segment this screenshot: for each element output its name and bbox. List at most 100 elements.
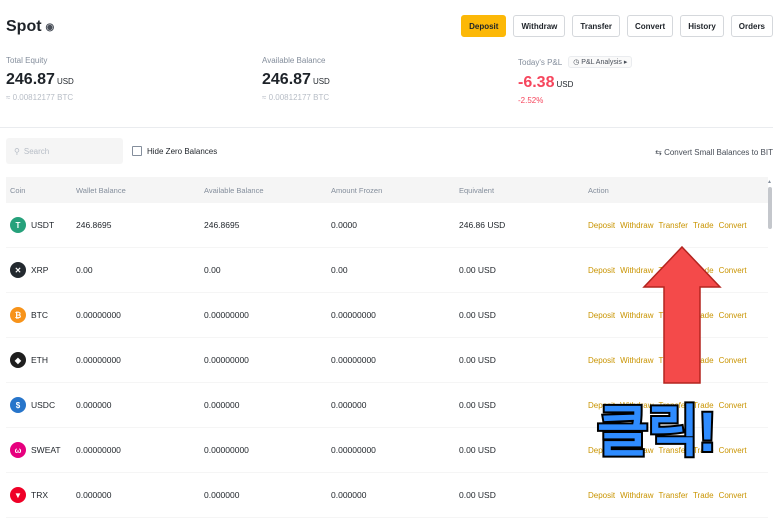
coin-cell: T USDT	[6, 217, 76, 233]
coin-name: XRP	[31, 265, 49, 275]
coin-cell: $ USDC	[6, 397, 76, 413]
coin-name: SWEAT	[31, 445, 61, 455]
header-equivalent: Equivalent	[459, 185, 495, 195]
convert-link[interactable]: Convert	[719, 491, 747, 500]
coin-cell: ✕ XRP	[6, 262, 76, 278]
scrollbar[interactable]: ▲	[767, 179, 773, 522]
action-cell: Deposit Withdraw Transfer Trade Convert	[588, 491, 768, 500]
header-wallet-balance: Wallet Balance	[76, 185, 126, 195]
deposit-button[interactable]: Deposit	[461, 15, 507, 37]
page-header: Spot ◉ Deposit Withdraw Transfer Convert…	[0, 0, 773, 52]
amount-frozen-cell: 0.00000000	[331, 310, 376, 320]
available-balance-cell: 0.000000	[204, 400, 240, 410]
convert-link[interactable]: Convert	[719, 266, 747, 275]
convert-link[interactable]: Convert	[719, 311, 747, 320]
xrp-coin-icon: ✕	[10, 262, 26, 278]
available-balance-btc: ≈ 0.00812177 BTC	[262, 93, 330, 102]
search-placeholder: Search	[23, 146, 50, 156]
total-equity-btc: ≈ 0.00812177 BTC	[6, 93, 74, 102]
amount-frozen-cell: 0.0000	[331, 220, 357, 230]
deposit-link[interactable]: Deposit	[588, 491, 615, 500]
convert-link[interactable]: Convert	[719, 446, 747, 455]
sweat-coin-icon: ω	[10, 442, 26, 458]
pnl-value: -6.38	[518, 74, 555, 91]
header-amount-frozen: Amount Frozen	[331, 185, 383, 195]
available-balance-value: 246.87	[262, 71, 311, 88]
coin-cell: ◆ ETH	[6, 352, 76, 368]
history-button[interactable]: History	[680, 15, 724, 37]
coin-cell: ω SWEAT	[6, 442, 76, 458]
trade-link[interactable]: Trade	[693, 221, 714, 230]
convert-link[interactable]: Convert	[719, 401, 747, 410]
btc-coin-icon: ₿	[10, 307, 26, 323]
pnl-unit: USD	[556, 80, 574, 89]
convert-small-balances-link[interactable]: ⇆ Convert Small Balances to BIT	[655, 148, 773, 157]
equivalent-cell: 0.00 USD	[459, 265, 496, 275]
red-arrow-icon	[642, 245, 722, 384]
withdraw-link[interactable]: Withdraw	[620, 491, 653, 500]
eye-icon[interactable]: ◉	[46, 22, 55, 33]
available-balance-cell: 246.8695	[204, 220, 240, 230]
total-equity-value: 246.87	[6, 71, 55, 88]
orders-button[interactable]: Orders	[730, 15, 773, 37]
equivalent-cell: 246.86 USD	[459, 220, 506, 230]
equivalent-cell: 0.00 USD	[459, 355, 496, 365]
wallet-balance-cell: 0.00000000	[76, 355, 121, 365]
equivalent-cell: 0.00 USD	[459, 445, 496, 455]
usdc-coin-icon: $	[10, 397, 26, 413]
coin-name: USDT	[31, 220, 55, 230]
wallet-balance-cell: 0.00000000	[76, 310, 121, 320]
available-balance-cell: 0.00000000	[204, 310, 249, 320]
scroll-up-icon[interactable]: ▲	[767, 179, 772, 185]
convert-link[interactable]: Convert	[719, 221, 747, 230]
asset-toolbar: ⚲ Search Hide Zero Balances ⇆ Convert Sm…	[0, 138, 773, 166]
withdraw-link[interactable]: Withdraw	[620, 221, 653, 230]
deposit-link[interactable]: Deposit	[588, 221, 615, 230]
convert-link[interactable]: Convert	[719, 356, 747, 365]
header-coin: Coin	[10, 185, 26, 195]
pnl-analysis-button[interactable]: ◷ P&L Analysis ▸	[568, 56, 633, 68]
convert-button[interactable]: Convert	[626, 15, 674, 37]
total-equity-unit: USD	[56, 77, 74, 86]
header-available-balance: Available Balance	[204, 185, 264, 195]
search-icon: ⚲	[14, 146, 20, 156]
wallet-balance-cell: 246.8695	[76, 220, 112, 230]
scrollbar-thumb[interactable]	[768, 187, 772, 229]
coin-name: BTC	[31, 310, 48, 320]
equivalent-cell: 0.00 USD	[459, 310, 496, 320]
wallet-balance-cell: 0.000000	[76, 490, 112, 500]
coin-name: USDC	[31, 400, 56, 410]
withdraw-button[interactable]: Withdraw	[513, 15, 566, 37]
search-input[interactable]: ⚲ Search	[6, 138, 123, 164]
page-title: Spot ◉	[6, 18, 55, 35]
table-row: T USDT 246.8695 246.8695 0.0000 246.86 USD Dep…	[6, 203, 768, 248]
available-balance-unit: USD	[312, 77, 330, 86]
pnl-percent: -2.52%	[518, 96, 544, 105]
action-cell: Deposit Withdraw Transfer Trade Convert	[588, 221, 768, 230]
hide-zero-toggle[interactable]: Hide Zero Balances	[132, 146, 217, 156]
trade-link[interactable]: Trade	[693, 491, 714, 500]
available-balance-cell: 0.00000000	[204, 445, 249, 455]
todays-pnl: Today's P&L ◷ P&L Analysis ▸ -6.38 USD -2…	[518, 56, 633, 105]
equivalent-cell: 0.00 USD	[459, 400, 496, 410]
wallet-balance-cell: 0.00	[76, 265, 93, 275]
header-actions: Deposit Withdraw Transfer Convert Histor…	[461, 15, 773, 37]
available-balance-cell: 0.00	[204, 265, 221, 275]
transfer-link[interactable]: Transfer	[658, 491, 688, 500]
deposit-link[interactable]: Deposit	[588, 356, 615, 365]
amount-frozen-cell: 0.000000	[331, 490, 367, 500]
hide-zero-label: Hide Zero Balances	[147, 146, 218, 156]
available-balance-label: Available Balance	[262, 56, 326, 65]
wallet-balance-cell: 0.000000	[76, 400, 112, 410]
deposit-link[interactable]: Deposit	[588, 311, 615, 320]
transfer-button[interactable]: Transfer	[572, 15, 620, 37]
wallet-balance-cell: 0.00000000	[76, 445, 121, 455]
available-balance-cell: 0.000000	[204, 490, 240, 500]
amount-frozen-cell: 0.00	[331, 265, 348, 275]
transfer-link[interactable]: Transfer	[658, 221, 688, 230]
checkbox-icon[interactable]	[132, 146, 142, 156]
eth-coin-icon: ◆	[10, 352, 26, 368]
header-action: Action	[588, 185, 609, 195]
deposit-link[interactable]: Deposit	[588, 266, 615, 275]
coin-cell: ▼ TRX	[6, 487, 76, 503]
